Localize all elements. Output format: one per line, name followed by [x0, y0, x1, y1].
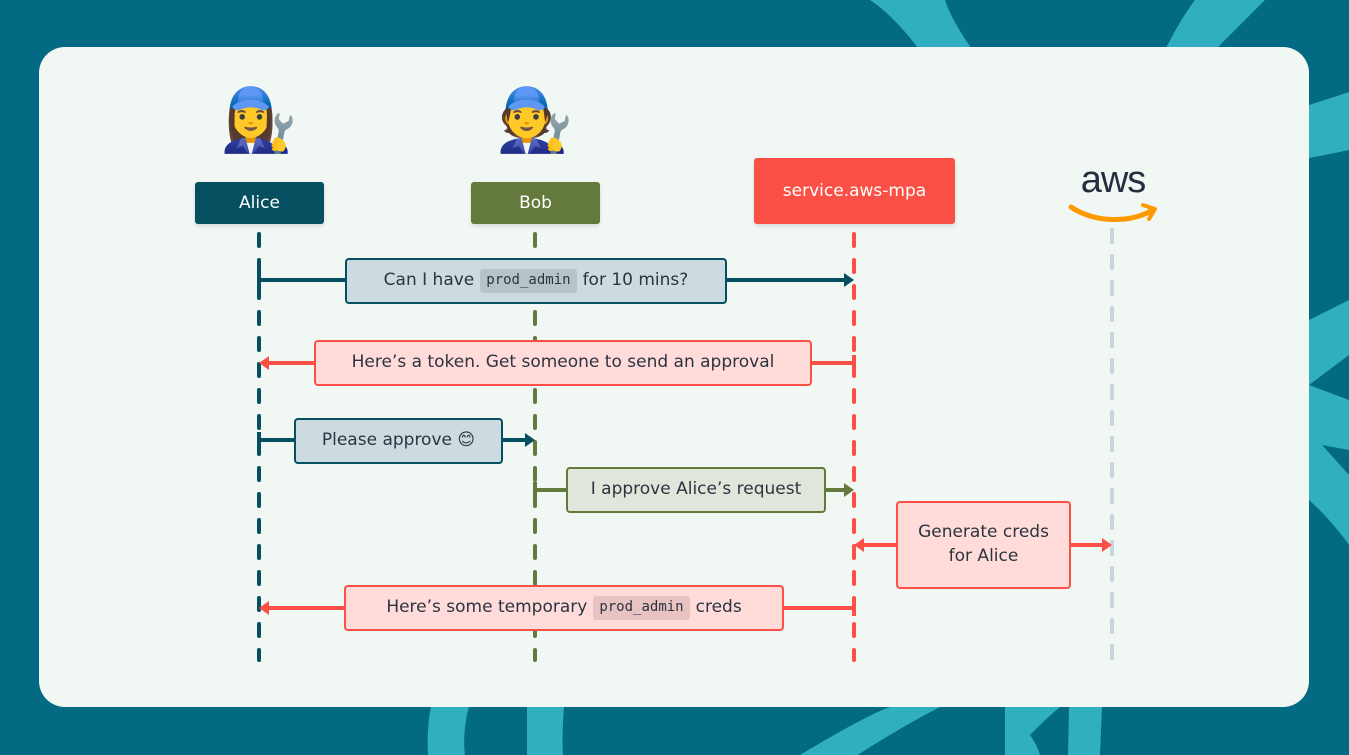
bg-swoosh-right-1 [1309, 92, 1349, 158]
actor-bob-label: Bob [519, 193, 552, 213]
aws-logo-text: aws [1080, 159, 1147, 201]
diagram-card: 👩‍🔧 🧑‍🔧 Alice Bob service.aws-mpa aws Ca… [39, 47, 1309, 707]
message-request-prod-admin: Can I have prod_admin for 10 mins? [345, 258, 727, 304]
bg-swoosh-right-2 [1309, 300, 1349, 545]
aws-logo: aws [1065, 159, 1161, 225]
bg-swoosh-bottom-2 [527, 707, 564, 755]
message-text-line-2: for Alice [948, 546, 1019, 566]
actor-alice: Alice [195, 182, 324, 224]
message-temporary-creds: Here’s some temporary prod_admin creds [344, 585, 784, 631]
bg-swoosh-bottom-3 [800, 707, 940, 755]
message-text: I approve Alice’s request [590, 479, 802, 500]
message-text: Please approve 😊 [321, 430, 476, 451]
message-text: Here’s some temporary [386, 597, 588, 618]
message-text: Can I have [383, 270, 475, 291]
actor-service-aws-mpa-label: service.aws-mpa [782, 181, 927, 201]
code-prod-admin: prod_admin [593, 596, 690, 620]
message-text: for 10 mins? [582, 270, 689, 291]
message-token-response: Here’s a token. Get someone to send an a… [314, 340, 812, 386]
message-generate-creds: Generate creds for Alice [896, 501, 1071, 589]
message-approve-request: I approve Alice’s request [566, 467, 826, 513]
message-please-approve: Please approve 😊 [294, 418, 503, 464]
code-prod-admin: prod_admin [480, 269, 577, 293]
actor-service-aws-mpa: service.aws-mpa [754, 158, 955, 224]
alice-emoji: 👩‍🔧 [220, 83, 298, 156]
message-text: creds [695, 597, 742, 618]
actor-bob: Bob [471, 182, 600, 224]
bg-swoosh-bottom-5 [1068, 707, 1102, 755]
bg-swoosh-bottom-4 [1005, 707, 1060, 755]
bob-emoji: 🧑‍🔧 [496, 83, 574, 156]
actor-alice-label: Alice [239, 193, 280, 213]
message-text: Here’s a token. Get someone to send an a… [351, 352, 775, 373]
bg-swoosh-bottom-left [437, 718, 450, 755]
aws-smile-icon [1068, 203, 1157, 222]
message-text-line-1: Generate creds [918, 522, 1049, 543]
